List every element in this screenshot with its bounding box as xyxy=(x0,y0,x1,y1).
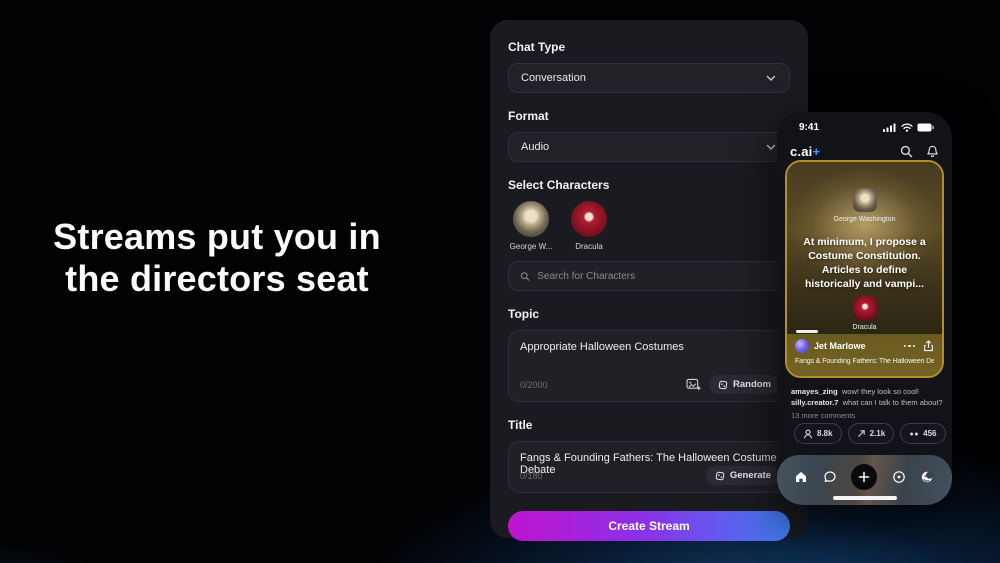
marketing-screenshot: Streams put you in the directors seat Ch… xyxy=(0,0,1000,563)
nav-profile[interactable] xyxy=(920,470,935,484)
topic-label: Topic xyxy=(508,307,790,321)
create-stream-button[interactable]: Create Stream xyxy=(508,511,790,541)
random-label: Random xyxy=(733,379,771,390)
comment-username: amayes_zing xyxy=(791,387,838,396)
comment: amayes_zing wow! they look so cool! xyxy=(791,386,944,397)
hero-headline: Streams put you in the directors seat xyxy=(52,216,382,301)
nav-create[interactable] xyxy=(851,464,877,490)
comment-text: what can I talk to them about? Is it so.… xyxy=(843,398,944,407)
wifi-icon xyxy=(901,123,913,132)
comment-username: silly.creator.7 xyxy=(791,398,838,407)
topic-counter: 0/2000 xyxy=(520,380,548,390)
stat-value: 456 xyxy=(923,429,936,438)
discover-icon xyxy=(892,470,906,484)
character-bust-icon xyxy=(803,429,813,439)
stream-quote: At minimum, I propose a Costume Constitu… xyxy=(795,236,934,291)
creator-avatar xyxy=(795,339,809,353)
more-comments-link[interactable]: 13 more comments xyxy=(791,411,944,420)
topic-value: Appropriate Halloween Costumes xyxy=(520,341,684,353)
eyes-icon xyxy=(909,431,919,437)
status-time: 9:41 xyxy=(799,122,819,133)
top-character-name: George Washington xyxy=(787,216,942,223)
creator-name: Jet Marlowe xyxy=(814,341,866,351)
dracula-avatar xyxy=(853,296,877,320)
format-value: Audio xyxy=(521,141,549,153)
chevron-down-icon xyxy=(765,141,777,153)
stream-title: Fangs & Founding Fathers: The Halloween … xyxy=(795,358,934,365)
nav-chats[interactable] xyxy=(823,470,837,484)
bell-icon[interactable] xyxy=(926,145,939,158)
topic-field[interactable]: Appropriate Halloween Costumes 0/2000 Ra… xyxy=(508,330,790,402)
stream-actions: 8.8k 2.1k 456 143 xyxy=(788,423,952,444)
create-stream-panel: Chat Type Conversation Format Audio Sele… xyxy=(490,20,808,538)
generate-label: Generate xyxy=(730,470,771,481)
logo-plus: + xyxy=(812,144,820,159)
nav-home[interactable] xyxy=(794,470,808,484)
nav-discover[interactable] xyxy=(892,470,906,484)
characters-stat-pill[interactable]: 8.8k xyxy=(794,423,842,444)
selected-characters: George W... Dracula xyxy=(508,201,790,251)
more-options-icon[interactable] xyxy=(904,345,916,348)
format-label: Format xyxy=(508,109,790,123)
select-characters-label: Select Characters xyxy=(508,178,790,192)
home-icon xyxy=(794,470,808,484)
chevron-down-icon xyxy=(765,72,777,84)
comment: silly.creator.7 what can I talk to them … xyxy=(791,397,944,408)
home-indicator xyxy=(833,496,897,500)
stream-progress-bar xyxy=(796,330,818,333)
character-search xyxy=(508,261,790,291)
stream-card-footer: Jet Marlowe Fangs & Founding Fathers: Th… xyxy=(787,334,942,376)
george-washington-avatar xyxy=(853,188,877,212)
stream-card[interactable]: George Washington At minimum, I propose … xyxy=(785,160,944,378)
generate-title-button[interactable]: Generate xyxy=(706,466,780,485)
views-stat-pill[interactable]: 456 xyxy=(900,423,945,444)
format-select[interactable]: Audio xyxy=(508,132,790,162)
search-input[interactable] xyxy=(537,271,778,282)
stat-value: 8.8k xyxy=(817,429,833,438)
comment-text: wow! they look so cool! xyxy=(842,387,919,396)
logo-text: c.ai xyxy=(790,144,812,159)
app-header: c.ai+ xyxy=(777,140,952,162)
title-label: Title xyxy=(508,418,790,432)
dice-icon xyxy=(715,471,725,481)
chat-type-value: Conversation xyxy=(521,72,586,84)
dice-icon xyxy=(718,380,728,390)
signal-icon xyxy=(883,123,897,132)
stream-card-media: George Washington At minimum, I propose … xyxy=(787,162,942,338)
battery-icon xyxy=(917,123,934,132)
stat-value: 2.1k xyxy=(870,429,886,438)
chat-bubble-icon xyxy=(823,470,837,484)
dracula-avatar xyxy=(571,201,607,237)
george-washington-avatar xyxy=(513,201,549,237)
cai-logo: c.ai+ xyxy=(790,144,820,159)
character-chip-george-washington[interactable]: George W... xyxy=(508,201,554,251)
search-icon xyxy=(520,271,530,282)
profile-icon xyxy=(920,470,935,484)
title-field[interactable]: Fangs & Founding Fathers: The Halloween … xyxy=(508,441,790,493)
chat-type-select[interactable]: Conversation xyxy=(508,63,790,93)
title-counter: 0/180 xyxy=(520,471,543,481)
share-icon[interactable] xyxy=(923,340,934,352)
add-image-icon[interactable] xyxy=(686,378,701,391)
character-chip-dracula[interactable]: Dracula xyxy=(566,201,612,251)
create-plus-icon xyxy=(858,471,870,483)
search-icon[interactable] xyxy=(900,145,913,158)
random-topic-button[interactable]: Random xyxy=(709,375,780,394)
comments-section: amayes_zing wow! they look so cool! sill… xyxy=(791,386,944,420)
shares-stat-pill[interactable]: 2.1k xyxy=(848,423,895,444)
arrow-up-right-icon xyxy=(857,429,866,438)
phone-mockup: 9:41 c.ai+ George Washington At minimum,… xyxy=(777,112,952,505)
chat-type-label: Chat Type xyxy=(508,40,790,54)
status-bar: 9:41 xyxy=(777,120,952,134)
character-name: George W... xyxy=(508,242,554,251)
character-name: Dracula xyxy=(566,242,612,251)
